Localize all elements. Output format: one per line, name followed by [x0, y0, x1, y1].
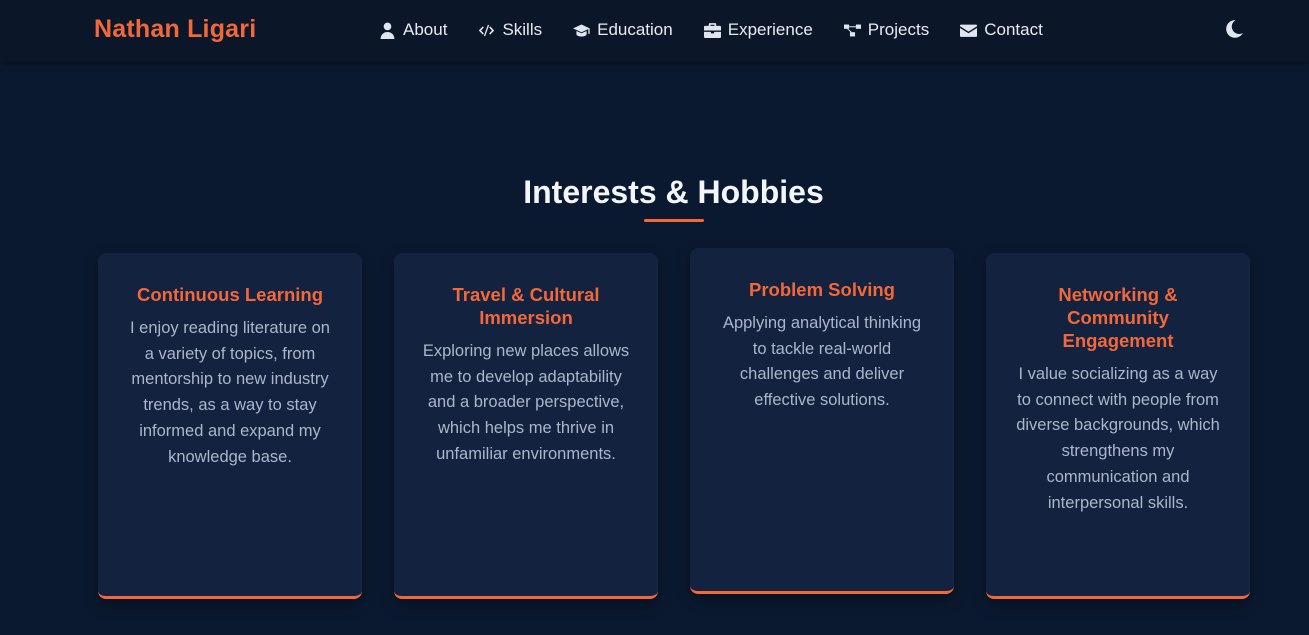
brand-logo-text[interactable]: Nathan Ligari [94, 15, 256, 44]
nav-item-about[interactable]: About [379, 20, 447, 40]
nav-item-label: Projects [867, 20, 930, 39]
card-description: I enjoy reading literature on a variety … [130, 319, 330, 466]
card-title: Travel & Cultural Immersion [452, 284, 600, 328]
interest-card-travel: Travel & Cultural Immersion Exploring ne… [394, 253, 658, 599]
card-title: Networking & Community Engagement [1058, 284, 1178, 351]
nav-item-label: Experience [727, 20, 813, 39]
interest-card-networking: Networking & Community Engagement I valu… [986, 253, 1250, 599]
card-description: I value socializing as a way to connect … [1016, 365, 1220, 512]
nav-item-label: About [403, 20, 448, 39]
moon-icon [1226, 20, 1243, 38]
interest-card-continuous-learning: Continuous Learning I enjoy reading lite… [98, 253, 362, 599]
code-icon [479, 24, 495, 36]
title-underline [644, 219, 704, 222]
nav-item-projects[interactable]: Projects [843, 20, 930, 40]
user-icon [380, 22, 395, 39]
nav-links: About Skills Education Experience Projec… [379, 18, 1043, 42]
nav-item-label: Contact [984, 20, 1043, 39]
card-title: Problem Solving [749, 279, 895, 300]
nav-item-contact[interactable]: Contact [960, 20, 1043, 40]
theme-toggle-button[interactable] [1224, 19, 1244, 39]
envelope-icon [960, 24, 978, 37]
card-title: Continuous Learning [136, 284, 323, 305]
nav-item-skills[interactable]: Skills [478, 20, 542, 40]
nav-item-label: Education [597, 20, 673, 39]
project-diagram-icon [843, 24, 861, 36]
navbar: Nathan Ligari About Skills Education Exp… [0, 0, 1309, 62]
nav-item-education[interactable]: Education [573, 20, 673, 40]
card-description: Exploring new places allows me to develo… [422, 342, 630, 463]
card-description: Applying analytical thinking to tackle r… [722, 314, 922, 410]
section-title: Interests & Hobbies [523, 174, 824, 210]
interest-card-problem-solving: Problem Solving Applying analytical thin… [690, 248, 954, 594]
graduation-cap-icon [573, 24, 590, 36]
nav-item-label: Skills [502, 20, 543, 39]
briefcase-icon [703, 22, 721, 38]
nav-item-experience[interactable]: Experience [703, 20, 813, 40]
